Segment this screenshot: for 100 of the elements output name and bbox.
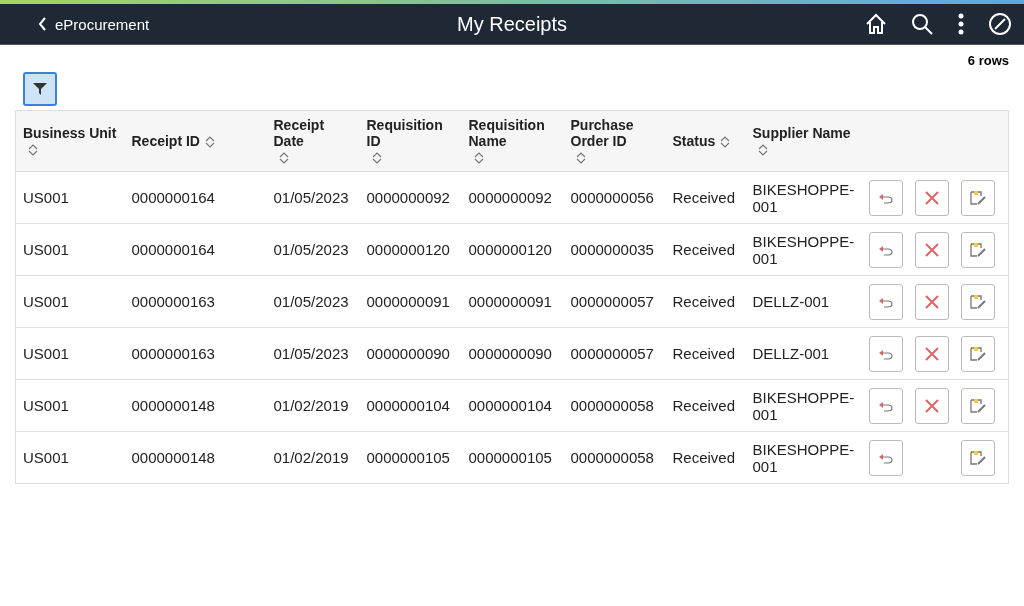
table-cell: BIKESHOPPE-001 <box>752 180 855 215</box>
table-cell: 0000000092 <box>468 189 552 206</box>
column-header[interactable]: Status <box>672 133 716 149</box>
compass-icon[interactable] <box>988 12 1012 36</box>
x-icon <box>923 345 940 362</box>
table-cell: 0000000105 <box>468 449 552 466</box>
table-cell: US001 <box>23 397 69 414</box>
funnel-icon <box>32 81 48 97</box>
table-cell: 0000000120 <box>468 241 552 258</box>
filter-button[interactable] <box>23 72 57 106</box>
table-cell: 0000000120 <box>366 241 450 258</box>
table-cell: Received <box>672 241 736 258</box>
return-button[interactable] <box>868 231 903 268</box>
x-icon <box>923 241 940 258</box>
edit-button[interactable] <box>960 387 995 424</box>
edit-button[interactable] <box>960 335 995 372</box>
page-title: My Receipts <box>457 12 567 36</box>
table-cell: BIKESHOPPE-001 <box>752 232 855 267</box>
cancel-button[interactable] <box>914 283 949 320</box>
edit-icon <box>968 293 987 310</box>
table-cell: US001 <box>23 449 69 466</box>
table-cell: 0000000057 <box>570 345 654 362</box>
table-cell: Received <box>672 397 736 414</box>
sort-icon[interactable] <box>204 136 215 149</box>
return-button[interactable] <box>868 283 903 320</box>
table-cell: 0000000148 <box>131 397 215 414</box>
cancel-button[interactable] <box>914 387 949 424</box>
undo-arrow-icon <box>877 295 894 308</box>
return-button[interactable] <box>868 387 903 424</box>
table-cell: 0000000163 <box>131 345 215 362</box>
sort-icon[interactable] <box>371 152 382 165</box>
sort-icon[interactable] <box>278 152 289 165</box>
return-button[interactable] <box>868 439 903 476</box>
table-cell: 0000000104 <box>468 397 552 414</box>
sort-icon[interactable] <box>575 152 586 165</box>
table-cell: Received <box>672 189 736 206</box>
table-cell: US001 <box>23 293 69 310</box>
back-link[interactable]: eProcurement <box>38 15 150 33</box>
x-icon <box>923 397 940 414</box>
cancel-button[interactable] <box>914 179 949 216</box>
table-cell: DELLZ-001 <box>752 345 830 362</box>
table-cell: Received <box>672 345 736 362</box>
edit-icon <box>968 449 987 466</box>
table-cell: 0000000058 <box>570 397 654 414</box>
table-cell: BIKESHOPPE-001 <box>752 388 855 423</box>
x-icon <box>923 293 940 310</box>
search-icon[interactable] <box>910 12 934 36</box>
table-cell: BIKESHOPPE-001 <box>752 440 855 475</box>
table-cell: 0000000092 <box>366 189 450 206</box>
sort-icon[interactable] <box>720 136 731 149</box>
table-cell: 01/05/2023 <box>273 189 349 206</box>
edit-button[interactable] <box>960 439 995 476</box>
table-cell: 0000000148 <box>131 449 215 466</box>
return-button[interactable] <box>868 179 903 216</box>
row-count: 6 rows <box>966 52 1010 68</box>
undo-arrow-icon <box>877 451 894 464</box>
table-cell: 0000000091 <box>366 293 450 310</box>
chevron-left-icon <box>38 17 47 31</box>
edit-icon <box>968 241 987 258</box>
edit-button[interactable] <box>960 283 995 320</box>
table-cell: 0000000105 <box>366 449 450 466</box>
table-cell: US001 <box>23 189 69 206</box>
edit-button[interactable] <box>960 231 995 268</box>
table-cell: DELLZ-001 <box>752 293 830 310</box>
sort-icon[interactable] <box>473 152 484 165</box>
table-cell: Received <box>672 293 736 310</box>
table-cell: Received <box>672 449 736 466</box>
table-cell: 0000000164 <box>131 189 215 206</box>
table-cell: US001 <box>23 345 69 362</box>
cancel-button[interactable] <box>914 231 949 268</box>
table-cell: 0000000164 <box>131 241 215 258</box>
edit-button[interactable] <box>960 179 995 216</box>
column-header[interactable]: Receipt ID <box>131 133 200 149</box>
more-icon[interactable] <box>956 12 966 36</box>
cancel-button[interactable] <box>914 335 949 372</box>
undo-arrow-icon <box>877 399 894 412</box>
table-cell: 01/02/2019 <box>273 449 349 466</box>
sort-icon[interactable] <box>757 144 768 157</box>
table-cell: 0000000104 <box>366 397 450 414</box>
table-cell: 01/05/2023 <box>273 293 349 310</box>
table-cell: 0000000091 <box>468 293 552 310</box>
table-cell: 0000000090 <box>468 345 552 362</box>
return-button[interactable] <box>868 335 903 372</box>
table-cell: 01/05/2023 <box>273 241 349 258</box>
home-icon[interactable] <box>864 12 888 36</box>
edit-icon <box>968 345 987 362</box>
table-cell: 01/02/2019 <box>273 397 349 414</box>
x-icon <box>923 189 940 206</box>
undo-arrow-icon <box>877 347 894 360</box>
table-cell: 0000000056 <box>570 189 654 206</box>
table-cell: 0000000090 <box>366 345 450 362</box>
undo-arrow-icon <box>877 243 894 256</box>
edit-icon <box>968 397 987 414</box>
table-cell: 0000000163 <box>131 293 215 310</box>
table-cell: 0000000057 <box>570 293 654 310</box>
sort-icon[interactable] <box>28 144 38 157</box>
table-cell: 0000000058 <box>570 449 654 466</box>
edit-icon <box>968 189 987 206</box>
table-cell: 0000000035 <box>570 241 654 258</box>
table-cell: US001 <box>23 241 69 258</box>
